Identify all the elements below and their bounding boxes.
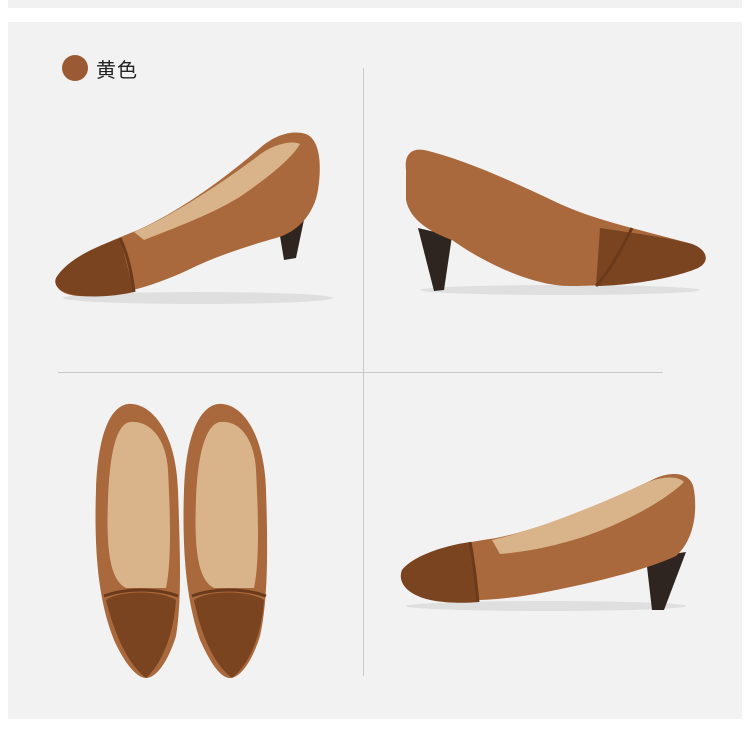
color-name: 黄色 xyxy=(96,57,138,82)
shoe-view-side-profile xyxy=(405,149,706,295)
horizontal-divider xyxy=(58,372,663,373)
color-swatch xyxy=(62,55,88,81)
shoe-view-side-low xyxy=(400,474,696,611)
shoe-view-front-three-quarter xyxy=(55,132,333,304)
shoe-view-top-pair xyxy=(95,403,268,678)
color-option-label: 黄色 xyxy=(62,54,138,82)
top-strip xyxy=(8,0,742,8)
